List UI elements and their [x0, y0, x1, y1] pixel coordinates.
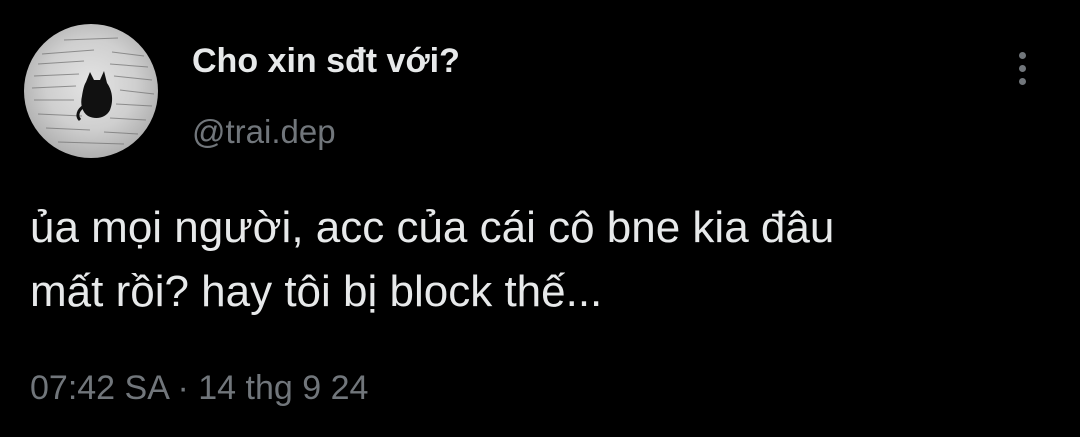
tweet-text: ủa mọi người, acc của cái cô bne kia đâu… — [30, 196, 1070, 324]
tweet-date: 14 thg 9 24 — [198, 369, 369, 407]
author-display-name[interactable]: Cho xin sđt với? — [192, 40, 460, 82]
cat-on-paper-avatar-image — [31, 37, 155, 145]
tweet-timestamp[interactable]: 07:42 SA · 14 thg 9 24 — [30, 366, 368, 410]
tweet-text-line-1: ủa mọi người, acc của cái cô bne kia đâu — [30, 203, 835, 252]
tweet-card: Cho xin sđt với? @trai.dep ủa mọi người,… — [0, 0, 1080, 437]
meta-separator: · — [177, 369, 189, 407]
tweet-text-line-2: mất rồi? hay tôi bị block thế... — [30, 267, 603, 316]
author-avatar[interactable] — [24, 24, 158, 158]
more-options-button[interactable] — [1004, 46, 1040, 92]
tweet-time: 07:42 SA — [30, 369, 169, 407]
author-handle[interactable]: @trai.dep — [192, 112, 336, 152]
